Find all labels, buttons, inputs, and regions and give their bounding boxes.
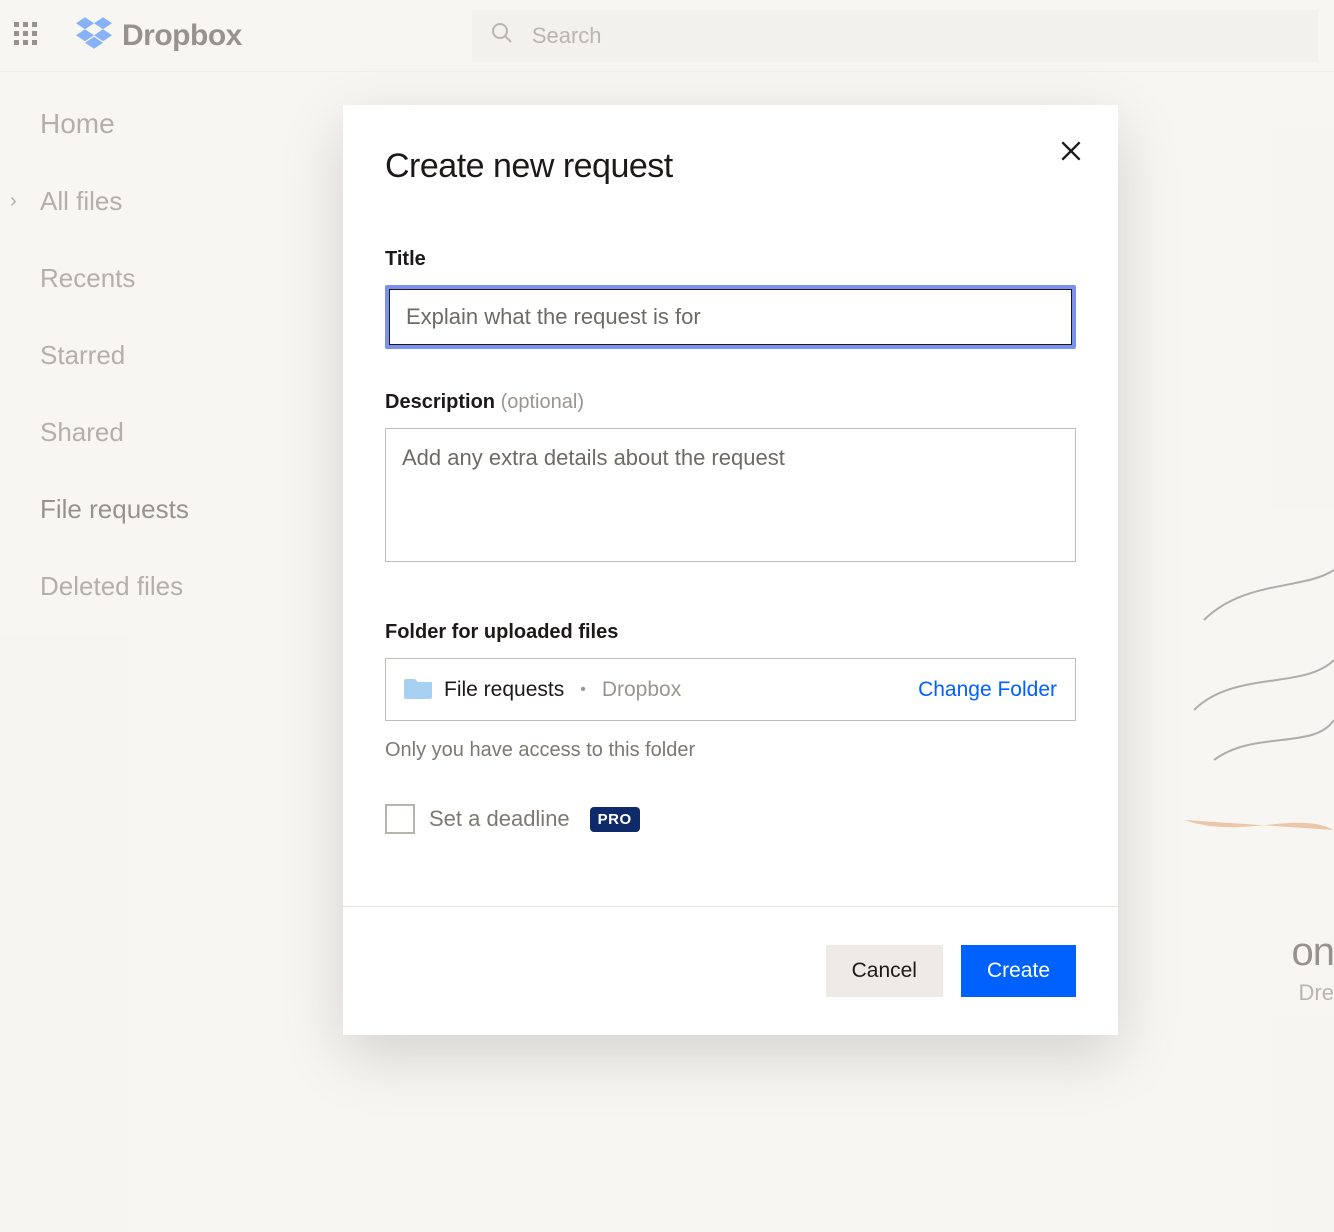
title-input[interactable] (389, 289, 1072, 345)
deadline-label: Set a deadline (429, 806, 570, 832)
create-request-modal: Create new request Title Description (op… (343, 105, 1118, 1035)
folder-selector: File requests • Dropbox Change Folder (385, 658, 1076, 721)
folder-name: File requests (444, 678, 564, 702)
description-input[interactable] (385, 428, 1076, 562)
close-button[interactable] (1054, 135, 1088, 169)
change-folder-link[interactable]: Change Folder (918, 678, 1057, 702)
deadline-row: Set a deadline PRO (385, 804, 1076, 834)
folder-path: Dropbox (602, 678, 681, 702)
separator-dot: • (574, 681, 592, 699)
cancel-button[interactable]: Cancel (826, 945, 943, 997)
close-icon (1058, 138, 1084, 164)
description-field-label: Description (optional) (385, 391, 1076, 414)
modal-title: Create new request (385, 147, 1076, 186)
folder-access-note: Only you have access to this folder (385, 739, 1076, 762)
folder-field-label: Folder for uploaded files (385, 621, 1076, 644)
folder-icon (404, 675, 434, 704)
title-field-label: Title (385, 248, 1076, 271)
pro-badge: PRO (590, 807, 640, 832)
optional-hint: (optional) (501, 391, 584, 413)
description-label-text: Description (385, 391, 495, 413)
modal-footer: Cancel Create (343, 906, 1118, 1035)
title-input-focus-ring (385, 285, 1076, 349)
create-button[interactable]: Create (961, 945, 1076, 997)
deadline-checkbox[interactable] (385, 804, 415, 834)
